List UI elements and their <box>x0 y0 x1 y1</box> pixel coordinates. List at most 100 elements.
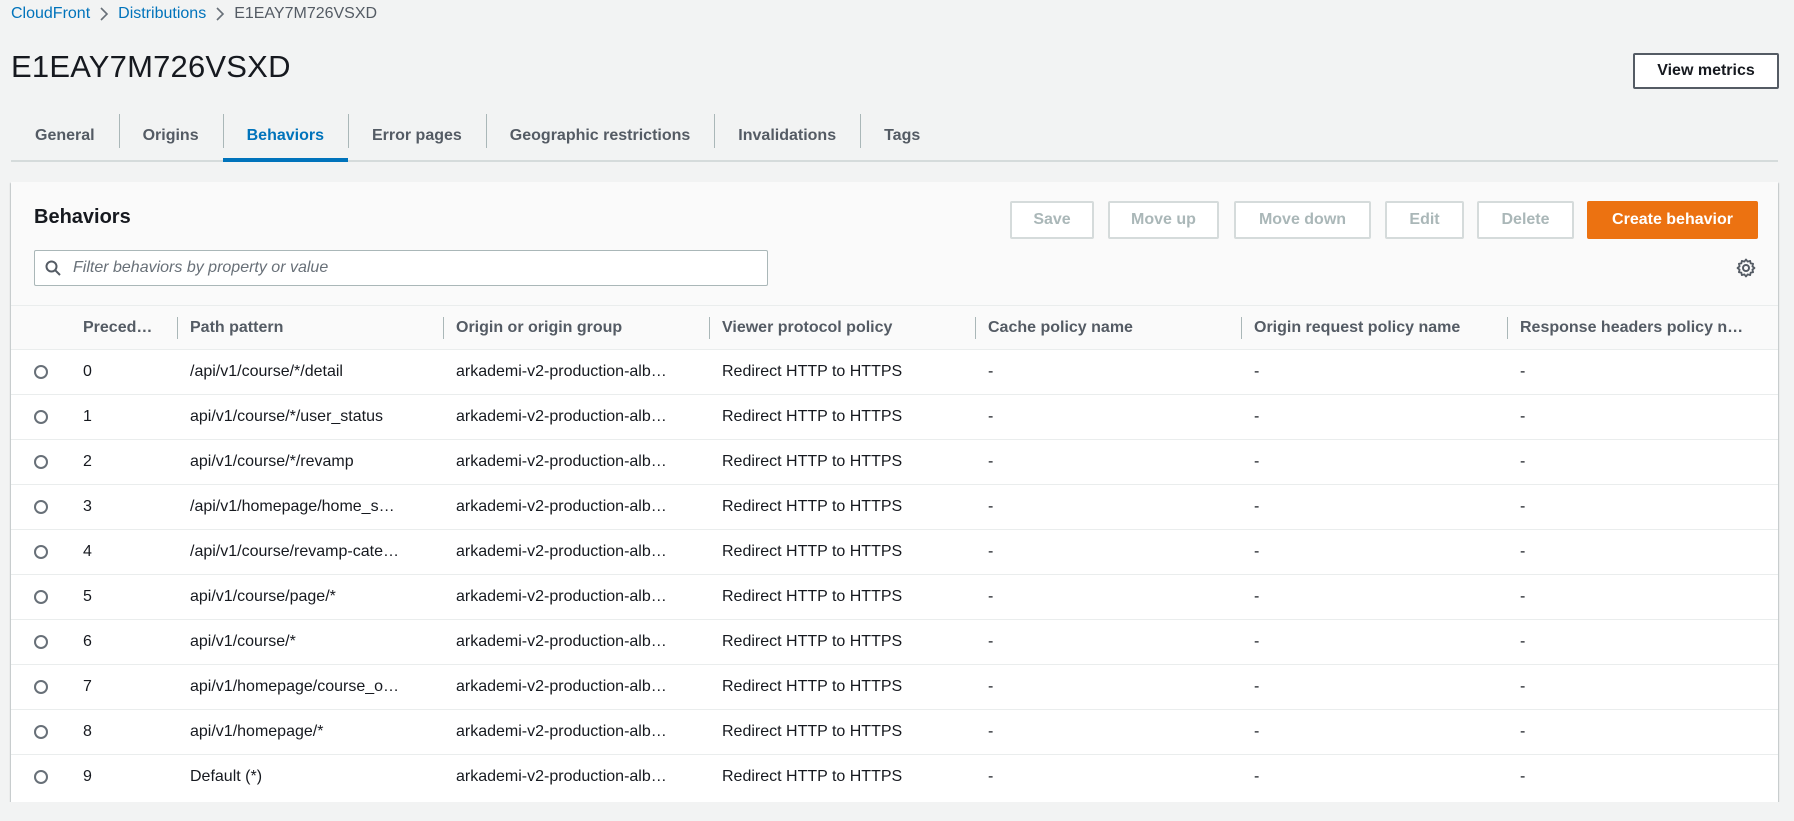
row-select-cell <box>11 755 71 800</box>
origin-request-policy-cell: - <box>1254 408 1260 425</box>
row-select-radio[interactable] <box>34 589 48 604</box>
precedence-cell: 9 <box>83 768 92 786</box>
row-select-radio[interactable] <box>34 724 48 739</box>
column-header-origin[interactable]: Origin or origin group <box>444 305 710 350</box>
gear-icon[interactable] <box>1734 256 1758 280</box>
row-select-radio[interactable] <box>34 409 48 424</box>
table-row[interactable]: 6 api/v1/course/* arkademi-v2-production-a… <box>11 620 1778 665</box>
column-header-viewer-protocol[interactable]: Viewer protocol policy <box>710 305 976 350</box>
search-icon <box>35 251 71 285</box>
row-select-radio[interactable] <box>34 364 48 379</box>
path-pattern-cell: /api/v1/course/*/detail <box>190 363 343 380</box>
row-select-radio[interactable] <box>34 634 48 649</box>
create-behavior-button[interactable]: Create behavior <box>1587 201 1758 239</box>
page-footer-space <box>0 802 1794 821</box>
table-row[interactable]: 1 api/v1/course/*/user_status arkademi-v2-… <box>11 395 1778 440</box>
precedence-cell: 6 <box>83 633 92 650</box>
table-row[interactable]: 9 Default (*) arkademi-v2-production-alb… R… <box>11 755 1778 800</box>
column-header-path-pattern[interactable]: Path pattern <box>178 305 444 350</box>
row-select-radio[interactable] <box>34 770 48 785</box>
move-down-button[interactable]: Move down <box>1234 201 1371 239</box>
origin-request-policy-cell: - <box>1254 543 1260 560</box>
response-headers-policy-cell: - <box>1520 453 1526 470</box>
breadcrumb: CloudFront Distributions E1EAY7M726VSXD <box>11 4 377 24</box>
tab-tags[interactable]: Tags <box>860 112 944 160</box>
row-select-cell <box>11 350 71 395</box>
row-select-radio[interactable] <box>34 679 48 694</box>
table-row[interactable]: 4/api/v1/course/revamp-cate… arkademi-v2-… <box>11 530 1778 575</box>
cache-policy-cell: - <box>988 408 994 425</box>
origin-request-policy-cell: - <box>1254 633 1260 650</box>
cache-policy-cell: - <box>988 363 994 380</box>
row-select-radio[interactable] <box>34 499 48 514</box>
table-row[interactable]: 5 api/v1/course/page/* arkademi-v2-product… <box>11 575 1778 620</box>
column-header-precedence[interactable]: Preced… <box>71 305 178 350</box>
column-header-response-headers-policy[interactable]: Response headers policy n… <box>1508 305 1778 350</box>
row-select-cell <box>11 485 71 530</box>
path-pattern-cell: api/v1/course/*/revamp <box>190 453 354 470</box>
cache-policy-cell: - <box>988 723 994 740</box>
row-select-cell <box>11 530 71 575</box>
response-headers-policy-cell: - <box>1520 498 1526 515</box>
origin-cell: arkademi-v2-production-alb… <box>456 453 667 470</box>
table-row[interactable]: 7 api/v1/homepage/course_o… arkademi-v2-pr… <box>11 665 1778 710</box>
response-headers-policy-cell: - <box>1520 543 1526 560</box>
tab-bar: General Origins Behaviors Error pages Ge… <box>11 112 1778 162</box>
table-header-row: Preced… Path pattern Origin or origin gr… <box>11 305 1778 350</box>
table-row[interactable]: 2 api/v1/course/*/revamp arkademi-v2-produ… <box>11 440 1778 485</box>
viewer-protocol-cell: Redirect HTTP to HTTPS <box>722 543 903 560</box>
row-select-cell <box>11 575 71 620</box>
tab-general[interactable]: General <box>11 112 119 160</box>
filter-box <box>34 250 768 286</box>
table-row[interactable]: 8 api/v1/homepage/* arkademi-v2-production… <box>11 710 1778 755</box>
row-select-cell <box>11 620 71 665</box>
filter-input[interactable] <box>71 252 767 284</box>
tab-behaviors[interactable]: Behaviors <box>222 112 349 162</box>
column-header-cache-policy[interactable]: Cache policy name <box>976 305 1242 350</box>
precedence-cell: 4 <box>83 543 92 560</box>
row-select-radio[interactable] <box>34 544 48 559</box>
viewer-protocol-cell: Redirect HTTP to HTTPS <box>722 453 903 470</box>
tab-invalidations[interactable]: Invalidations <box>714 112 860 160</box>
response-headers-policy-cell: - <box>1520 768 1526 786</box>
response-headers-policy-cell: - <box>1520 633 1526 650</box>
response-headers-policy-cell: - <box>1520 588 1526 605</box>
tab-origins[interactable]: Origins <box>118 112 223 160</box>
table-row[interactable]: 0/api/v1/course/*/detail arkademi-v2-prod… <box>11 350 1778 395</box>
response-headers-policy-cell: - <box>1520 363 1526 380</box>
cache-policy-cell: - <box>988 588 994 605</box>
path-pattern-cell: api/v1/course/*/user_status <box>190 408 383 425</box>
precedence-cell: 2 <box>83 453 92 470</box>
origin-cell: arkademi-v2-production-alb… <box>456 408 667 425</box>
breadcrumb-cloudfront-link[interactable]: CloudFront <box>11 5 90 23</box>
origin-cell: arkademi-v2-production-alb… <box>456 543 667 560</box>
viewer-protocol-cell: Redirect HTTP to HTTPS <box>722 588 903 605</box>
table-row[interactable]: 3/api/v1/homepage/home_s… arkademi-v2-pro… <box>11 485 1778 530</box>
path-pattern-cell: api/v1/course/page/* <box>190 588 336 605</box>
cache-policy-cell: - <box>988 633 994 650</box>
viewer-protocol-cell: Redirect HTTP to HTTPS <box>722 633 903 650</box>
response-headers-policy-cell: - <box>1520 408 1526 425</box>
path-pattern-cell: Default (*) <box>190 768 263 786</box>
origin-request-policy-cell: - <box>1254 498 1260 515</box>
viewer-protocol-cell: Redirect HTTP to HTTPS <box>722 723 903 740</box>
column-header-origin-request-policy[interactable]: Origin request policy name <box>1242 305 1508 350</box>
page-title: E1EAY7M726VSXD <box>11 49 291 84</box>
cache-policy-cell: - <box>988 498 994 515</box>
delete-button[interactable]: Delete <box>1477 201 1574 239</box>
breadcrumb-distributions-link[interactable]: Distributions <box>118 5 206 23</box>
move-up-button[interactable]: Move up <box>1108 201 1219 239</box>
response-headers-policy-cell: - <box>1520 678 1526 695</box>
tab-geographic-restrictions[interactable]: Geographic restrictions <box>485 112 715 160</box>
tab-error-pages[interactable]: Error pages <box>347 112 486 160</box>
row-select-radio[interactable] <box>34 454 48 469</box>
save-button[interactable]: Save <box>1010 201 1094 239</box>
breadcrumb-current: E1EAY7M726VSXD <box>234 5 378 22</box>
panel-header: Behaviors Save Move up Move down Edit De… <box>11 182 1778 305</box>
edit-button[interactable]: Edit <box>1385 201 1464 239</box>
view-metrics-button[interactable]: View metrics <box>1633 53 1779 89</box>
cache-policy-cell: - <box>988 543 994 560</box>
row-select-cell <box>11 395 71 440</box>
origin-request-policy-cell: - <box>1254 768 1260 786</box>
viewer-protocol-cell: Redirect HTTP to HTTPS <box>722 363 903 380</box>
